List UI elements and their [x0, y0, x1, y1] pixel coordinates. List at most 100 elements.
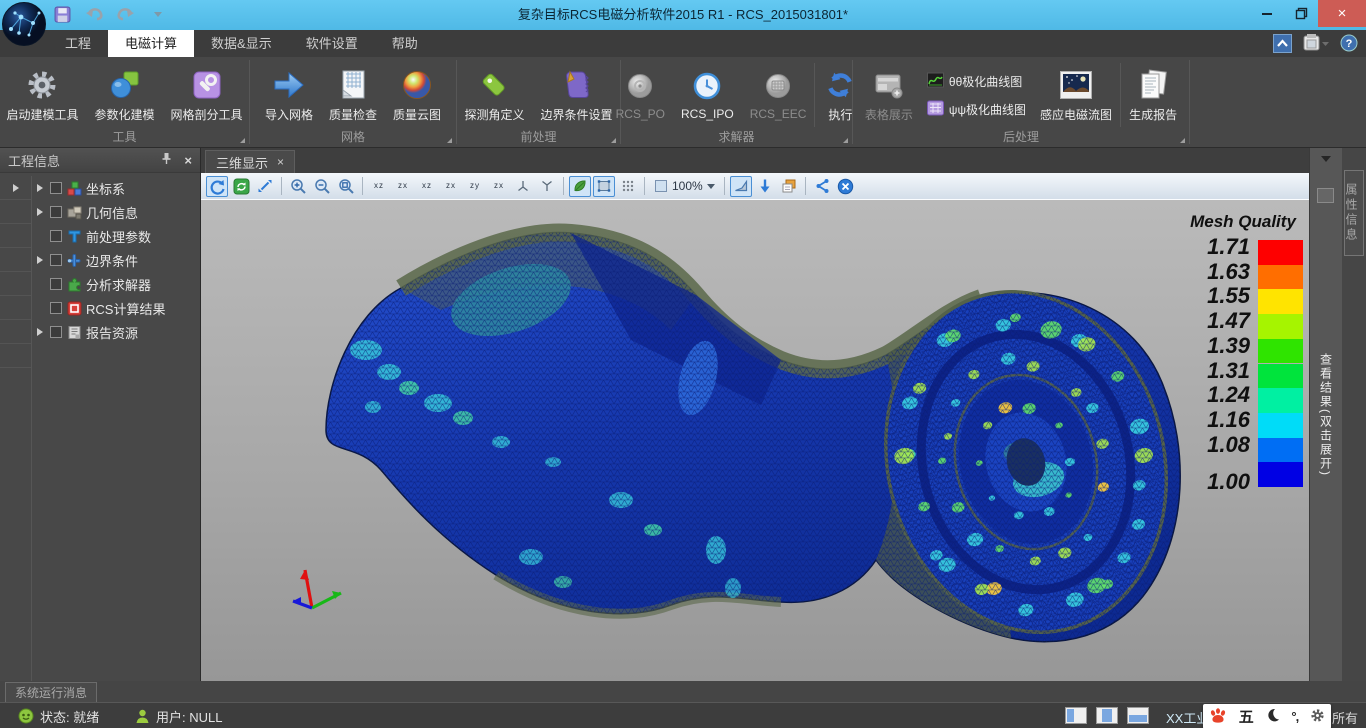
expander-icon[interactable]: [34, 328, 46, 336]
zoom-percent-combo[interactable]: 100%: [650, 179, 719, 193]
em-current-image-button[interactable]: 感应电磁流图: [1032, 66, 1120, 125]
tree-checkbox[interactable]: [50, 278, 62, 290]
moon-icon[interactable]: [1266, 708, 1280, 725]
results-side-tab[interactable]: 查看结果(双击展开): [1309, 148, 1342, 681]
view-isometric-button[interactable]: [512, 176, 534, 197]
tree-item-coordinate-system[interactable]: 坐标系: [34, 176, 200, 200]
generate-report-button[interactable]: 生成报告: [1121, 66, 1185, 125]
tab-close-icon[interactable]: ×: [277, 155, 284, 169]
rotate-view-button[interactable]: [206, 176, 228, 197]
copy-view-button[interactable]: [778, 176, 800, 197]
tree-item-label: 前处理参数: [86, 227, 151, 246]
panel-left-layout-icon[interactable]: [1065, 707, 1087, 724]
tree-checkbox[interactable]: [50, 182, 62, 194]
tree-checkbox[interactable]: [50, 302, 62, 314]
orbit-refresh-button[interactable]: [230, 176, 252, 197]
zoom-fit-button[interactable]: [335, 176, 357, 197]
view-orientation-button[interactable]: xz: [368, 176, 390, 197]
view-orientation-button[interactable]: zx: [488, 176, 510, 197]
launch-modeling-tool-button[interactable]: 启动建模工具: [0, 66, 87, 125]
view-orientation-button[interactable]: zx: [392, 176, 414, 197]
share-flow-button[interactable]: [811, 176, 833, 197]
view-orientation-button[interactable]: xz: [416, 176, 438, 197]
rcs-eec-button[interactable]: RCS_EEC: [742, 67, 815, 123]
help-icon[interactable]: ?: [1340, 34, 1358, 57]
panel-close-icon[interactable]: ×: [184, 153, 192, 168]
import-mesh-button[interactable]: 导入网格: [257, 66, 321, 125]
button-label: 表格展示: [865, 106, 913, 123]
viewport-3d[interactable]: Mesh Quality 1.71 1.63: [201, 200, 1309, 681]
view-orientation-button[interactable]: zy: [464, 176, 486, 197]
group-expand-icon[interactable]: [843, 138, 848, 143]
window-switch-icon[interactable]: [1302, 33, 1330, 58]
tree-root-expander[interactable]: [0, 176, 31, 200]
collapse-ribbon-icon[interactable]: [1273, 34, 1292, 58]
attribute-info-tab[interactable]: 属性信息: [1344, 170, 1364, 256]
tree-checkbox[interactable]: [50, 206, 62, 218]
zoom-in-button[interactable]: [287, 176, 309, 197]
zoom-out-button[interactable]: [311, 176, 333, 197]
tab-list-caret-icon[interactable]: [1321, 156, 1331, 162]
tree-checkbox[interactable]: [50, 254, 62, 266]
system-message-tab[interactable]: 系统运行消息: [5, 682, 97, 702]
close-view-button[interactable]: [835, 176, 857, 197]
tree-checkbox[interactable]: [50, 326, 62, 338]
view-isometric-button[interactable]: [536, 176, 558, 197]
quick-access-more-icon[interactable]: [148, 4, 168, 24]
panel-thumbnail-icon[interactable]: [1317, 188, 1334, 203]
bounding-box-button[interactable]: [593, 176, 615, 197]
ribbon-group-label: 前处理: [457, 130, 620, 147]
model-3d[interactable]: [201, 200, 1309, 680]
tree-item-preprocess-params[interactable]: 前处理参数: [34, 224, 200, 248]
panel-center-layout-icon[interactable]: [1096, 707, 1118, 724]
rcs-po-button[interactable]: RCS_PO: [608, 67, 673, 123]
panel-bottom-layout-icon[interactable]: [1127, 707, 1149, 724]
pin-icon[interactable]: [161, 152, 172, 168]
tree-checkbox[interactable]: [50, 230, 62, 242]
tree-item-report-resources[interactable]: 报告资源: [34, 320, 200, 344]
fit-selection-button[interactable]: [730, 176, 752, 197]
save-icon[interactable]: [52, 4, 72, 24]
quality-cloud-button[interactable]: 质量云图: [385, 66, 449, 125]
menu-item-data-display[interactable]: 数据&显示: [194, 30, 289, 57]
ime-mode-label[interactable]: 五: [1239, 706, 1254, 727]
menu-item-help[interactable]: 帮助: [375, 30, 435, 57]
close-button[interactable]: ×: [1318, 0, 1366, 27]
psi-polarization-curve-button[interactable]: ψψ极化曲线图: [927, 100, 1026, 119]
menu-item-settings[interactable]: 软件设置: [289, 30, 375, 57]
tree-item-geometry-info[interactable]: 几何信息: [34, 200, 200, 224]
tree-item-analysis-solver[interactable]: 分析求解器: [34, 272, 200, 296]
redo-icon[interactable]: [116, 4, 136, 24]
group-expand-icon[interactable]: [611, 138, 616, 143]
menu-item-engineering[interactable]: 工程: [48, 30, 108, 57]
minimize-button[interactable]: [1250, 0, 1284, 26]
mesh-partition-tool-button[interactable]: 网格剖分工具: [163, 66, 251, 125]
tree-item-rcs-results[interactable]: RCS计算结果: [34, 296, 200, 320]
expander-icon[interactable]: [34, 208, 46, 216]
ime-settings-gear-icon[interactable]: [1310, 708, 1325, 726]
parametric-modeling-button[interactable]: 参数化建模: [87, 66, 163, 125]
restore-button[interactable]: [1284, 0, 1318, 26]
table-view-button[interactable]: 表格展示: [857, 66, 921, 125]
group-expand-icon[interactable]: [1180, 138, 1185, 143]
rcs-ipo-button[interactable]: RCS_IPO: [673, 67, 742, 123]
colorbar-value: 1.47: [1186, 310, 1250, 332]
expander-icon[interactable]: [34, 184, 46, 192]
group-expand-icon[interactable]: [240, 138, 245, 143]
view-orientation-button[interactable]: zx: [440, 176, 462, 197]
shaded-mode-button[interactable]: [569, 176, 591, 197]
group-expand-icon[interactable]: [447, 138, 452, 143]
tab-3d-display[interactable]: 三维显示 ×: [205, 150, 295, 173]
grid-dots-button[interactable]: [617, 176, 639, 197]
expander-icon[interactable]: [34, 256, 46, 264]
baidu-paw-icon[interactable]: [1209, 707, 1227, 727]
arrow-down-button[interactable]: [754, 176, 776, 197]
tree-item-boundary-conditions[interactable]: 边界条件: [34, 248, 200, 272]
probe-angle-button[interactable]: 探测角定义: [456, 66, 532, 125]
undo-icon[interactable]: [84, 4, 104, 24]
pan-zoom-arrow-button[interactable]: [254, 176, 276, 197]
menu-item-em-compute[interactable]: 电磁计算: [108, 30, 194, 57]
theta-polarization-curve-button[interactable]: θθ极化曲线图: [927, 72, 1026, 91]
quality-check-button[interactable]: 质量检查: [321, 66, 385, 125]
ime-punctuation-label[interactable]: °,: [1291, 709, 1298, 724]
